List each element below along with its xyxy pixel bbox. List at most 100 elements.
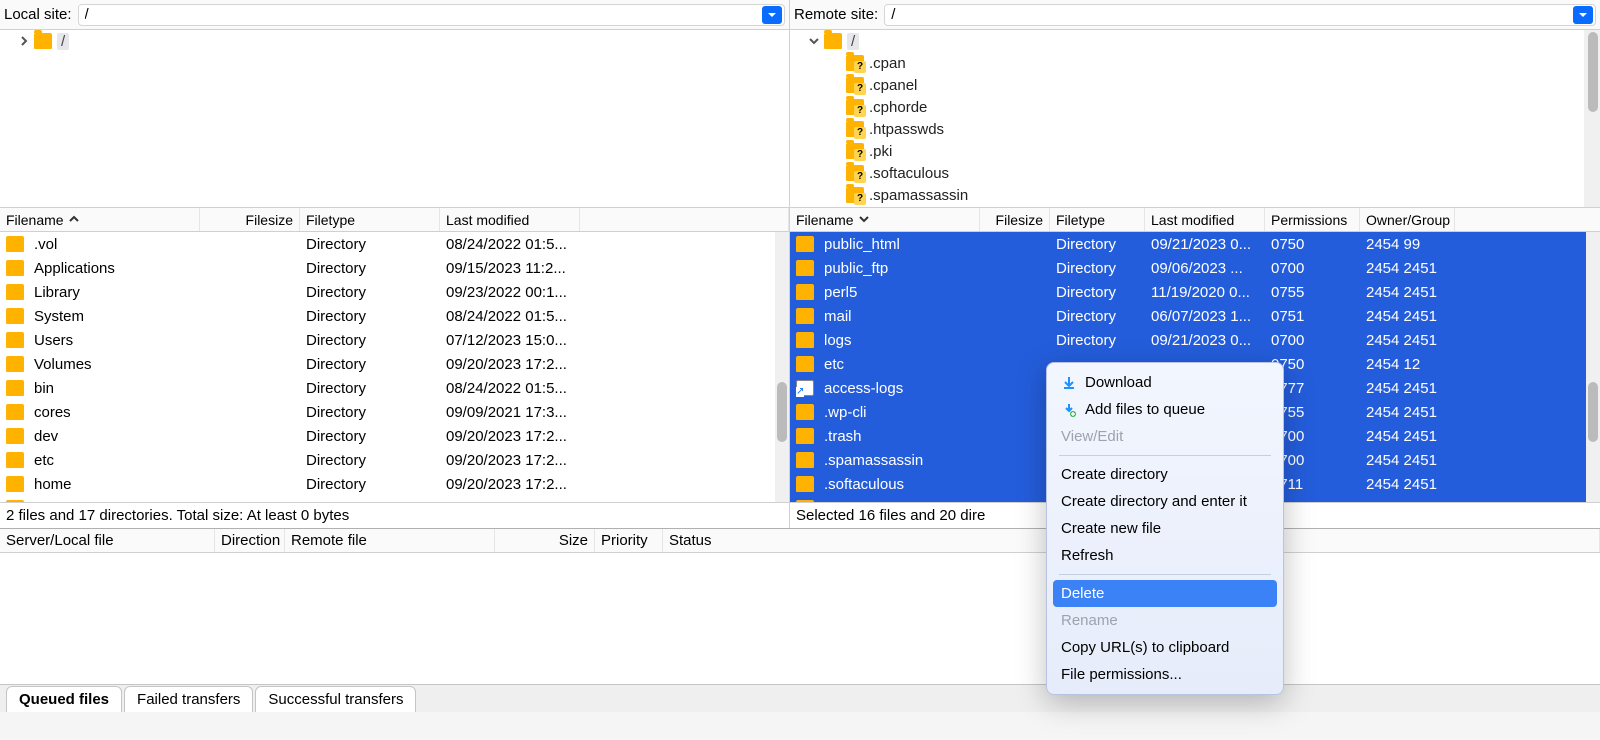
download-icon bbox=[1061, 375, 1077, 391]
local-tree[interactable]: / bbox=[0, 30, 789, 208]
col-filesize[interactable]: Filesize bbox=[980, 208, 1050, 231]
tree-item[interactable]: .cpanel bbox=[790, 74, 1600, 96]
file-name: perl5 bbox=[824, 284, 857, 301]
remote-path-dropdown[interactable] bbox=[1573, 6, 1593, 24]
folder-unknown-icon bbox=[846, 187, 864, 203]
col-filetype[interactable]: Filetype bbox=[300, 208, 440, 231]
table-row[interactable]: opt Directory 09/09/2021 17:3... bbox=[0, 496, 775, 502]
file-owner: 2454 12 bbox=[1360, 356, 1455, 373]
table-row[interactable]: System Directory 08/24/2022 01:5... bbox=[0, 304, 775, 328]
table-row[interactable]: cores Directory 09/09/2021 17:3... bbox=[0, 400, 775, 424]
add-queue-icon bbox=[1061, 402, 1077, 418]
tab-successful-transfers[interactable]: Successful transfers bbox=[255, 686, 416, 712]
queue-body[interactable] bbox=[0, 553, 1600, 684]
folder-unknown-icon bbox=[846, 55, 864, 71]
file-name: Applications bbox=[34, 260, 115, 277]
tree-item[interactable]: .pki bbox=[790, 140, 1600, 162]
queue-header[interactable]: Server/Local file Direction Remote file … bbox=[0, 529, 1600, 553]
table-row[interactable]: Users Directory 07/12/2023 15:0... bbox=[0, 328, 775, 352]
col-filename[interactable]: Filename bbox=[790, 208, 980, 231]
menu-refresh[interactable]: Refresh bbox=[1047, 542, 1283, 569]
file-type: Directory bbox=[1050, 236, 1145, 253]
remote-tree[interactable]: / .cpan.cpanel.cphorde .htpasswds .pki.sof… bbox=[790, 30, 1600, 208]
chevron-right-icon[interactable] bbox=[18, 35, 30, 47]
menu-file-permissions[interactable]: File permissions... bbox=[1047, 661, 1283, 688]
file-lastmod: 07/12/2023 15:0... bbox=[440, 332, 580, 349]
col-filename[interactable]: Filename bbox=[0, 208, 200, 231]
col-lastmod[interactable]: Last modified bbox=[440, 208, 580, 231]
file-type: Directory bbox=[1050, 332, 1145, 349]
table-row[interactable]: .vol Directory 08/24/2022 01:5... bbox=[0, 232, 775, 256]
table-row[interactable]: Library Directory 09/23/2022 00:1... bbox=[0, 280, 775, 304]
col-remote-file[interactable]: Remote file bbox=[285, 529, 495, 552]
file-lastmod: 09/23/2022 00:1... bbox=[440, 284, 580, 301]
file-owner: 2454 2451 bbox=[1360, 428, 1455, 445]
tree-item[interactable]: .cphorde bbox=[790, 96, 1600, 118]
local-list-header[interactable]: Filename Filesize Filetype Last modified bbox=[0, 208, 789, 232]
file-type: Directory bbox=[300, 236, 440, 253]
sort-desc-icon bbox=[858, 212, 870, 228]
file-name: .wp-cli bbox=[824, 404, 867, 421]
menu-view-edit: View/Edit bbox=[1047, 423, 1283, 450]
table-row[interactable]: home Directory 09/20/2023 17:2... bbox=[0, 472, 775, 496]
local-path-dropdown[interactable] bbox=[762, 6, 782, 24]
file-name: etc bbox=[34, 452, 54, 469]
local-list-scrollbar[interactable] bbox=[775, 232, 789, 502]
col-lastmod[interactable]: Last modified bbox=[1145, 208, 1265, 231]
local-site-label: Local site: bbox=[4, 6, 72, 23]
menu-add-to-queue[interactable]: Add files to queue bbox=[1047, 396, 1283, 423]
col-priority[interactable]: Priority bbox=[595, 529, 663, 552]
table-row[interactable]: mail Directory 06/07/2023 1... 0751 2454… bbox=[790, 304, 1586, 328]
remote-path-input[interactable] bbox=[885, 6, 1573, 23]
local-file-list[interactable]: Filename Filesize Filetype Last modified… bbox=[0, 208, 789, 502]
folder-icon bbox=[796, 356, 814, 372]
remote-tree-scrollbar[interactable] bbox=[1584, 30, 1600, 207]
menu-create-directory[interactable]: Create directory bbox=[1047, 461, 1283, 488]
col-size[interactable]: Size bbox=[495, 529, 595, 552]
folder-icon bbox=[824, 33, 842, 49]
tab-queued-files[interactable]: Queued files bbox=[6, 686, 122, 712]
tree-item[interactable]: .htpasswds bbox=[790, 118, 1600, 140]
table-row[interactable]: dev Directory 09/20/2023 17:2... bbox=[0, 424, 775, 448]
table-row[interactable]: Applications Directory 09/15/2023 11:2..… bbox=[0, 256, 775, 280]
col-direction[interactable]: Direction bbox=[215, 529, 285, 552]
file-permissions: 0700 bbox=[1265, 260, 1360, 277]
file-owner: 2454 2451 bbox=[1360, 260, 1455, 277]
col-permissions[interactable]: Permissions bbox=[1265, 208, 1360, 231]
local-pane: Local site: / Filename Filesize Filetype bbox=[0, 0, 790, 528]
table-row[interactable]: logs Directory 09/21/2023 0... 0700 2454… bbox=[790, 328, 1586, 352]
col-owner[interactable]: Owner/Group bbox=[1360, 208, 1455, 231]
local-path-input[interactable] bbox=[79, 6, 762, 23]
file-owner: 2454 2451 bbox=[1360, 452, 1455, 469]
col-server-file[interactable]: Server/Local file bbox=[0, 529, 215, 552]
col-filetype[interactable]: Filetype bbox=[1050, 208, 1145, 231]
tree-item-label: .htpasswds bbox=[869, 121, 944, 138]
table-row[interactable]: Volumes Directory 09/20/2023 17:2... bbox=[0, 352, 775, 376]
local-tree-root[interactable]: / bbox=[0, 30, 789, 52]
file-owner: 2454 2451 bbox=[1360, 284, 1455, 301]
table-row[interactable]: etc Directory 09/20/2023 17:2... bbox=[0, 448, 775, 472]
tree-item[interactable]: .spamassassin bbox=[790, 184, 1600, 206]
file-lastmod: 09/20/2023 17:2... bbox=[440, 356, 580, 373]
menu-create-new-file[interactable]: Create new file bbox=[1047, 515, 1283, 542]
chevron-down-icon[interactable] bbox=[808, 35, 820, 47]
menu-delete[interactable]: Delete bbox=[1053, 580, 1277, 607]
folder-icon bbox=[6, 284, 24, 300]
menu-copy-url[interactable]: Copy URL(s) to clipboard bbox=[1047, 634, 1283, 661]
remote-list-scrollbar[interactable] bbox=[1586, 232, 1600, 502]
tab-failed-transfers[interactable]: Failed transfers bbox=[124, 686, 253, 712]
table-row[interactable]: public_html Directory 09/21/2023 0... 07… bbox=[790, 232, 1586, 256]
menu-download[interactable]: Download bbox=[1047, 369, 1283, 396]
tree-item[interactable]: .cpan bbox=[790, 52, 1600, 74]
remote-tree-root[interactable]: / bbox=[790, 30, 1600, 52]
folder-unknown-icon bbox=[846, 77, 864, 93]
col-filesize[interactable]: Filesize bbox=[200, 208, 300, 231]
remote-list-header[interactable]: Filename Filesize Filetype Last modified… bbox=[790, 208, 1600, 232]
tree-item[interactable]: .softaculous bbox=[790, 162, 1600, 184]
table-row[interactable]: perl5 Directory 11/19/2020 0... 0755 245… bbox=[790, 280, 1586, 304]
table-row[interactable]: bin Directory 08/24/2022 01:5... bbox=[0, 376, 775, 400]
table-row[interactable]: public_ftp Directory 09/06/2023 ... 0700… bbox=[790, 256, 1586, 280]
file-lastmod: 09/06/2023 ... bbox=[1145, 260, 1265, 277]
file-name: opt bbox=[34, 500, 55, 503]
menu-create-directory-enter[interactable]: Create directory and enter it bbox=[1047, 488, 1283, 515]
